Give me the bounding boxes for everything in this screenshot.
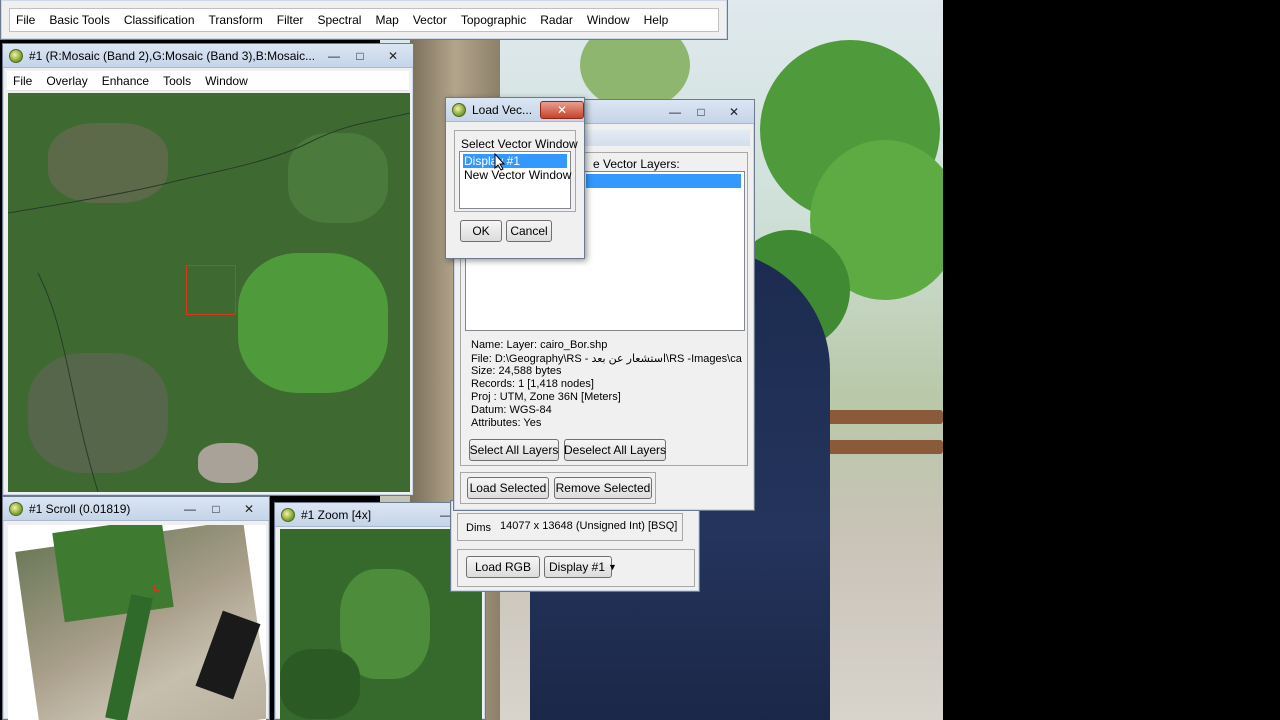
info-attributes: Attributes: Yes bbox=[471, 417, 542, 429]
image-window-menu: File Overlay Enhance Tools Window bbox=[7, 71, 409, 91]
menu-filter[interactable]: Filter bbox=[277, 13, 304, 27]
image-display-canvas[interactable] bbox=[8, 93, 410, 492]
option-display-1[interactable]: Display #1 bbox=[463, 154, 567, 168]
menu-window[interactable]: Window bbox=[587, 13, 630, 27]
info-proj: Proj : UTM, Zone 36N [Meters] bbox=[471, 391, 621, 403]
menu-map[interactable]: Map bbox=[375, 13, 398, 27]
menu-radar[interactable]: Radar bbox=[540, 13, 573, 27]
scroll-position-indicator[interactable] bbox=[154, 585, 160, 591]
load-vector-titlebar[interactable]: Load Vec... ✕ bbox=[446, 98, 584, 122]
mouse-cursor-icon bbox=[494, 153, 506, 171]
main-menu-bar: File Basic Tools Classification Transfor… bbox=[9, 8, 719, 32]
desktop: File Basic Tools Classification Transfor… bbox=[0, 0, 1280, 720]
menu-help[interactable]: Help bbox=[644, 13, 669, 27]
vector-window-group: Select Vector Window Display #1 New Vect… bbox=[454, 130, 578, 212]
info-name: Name: Layer: cairo_Bor.shp bbox=[471, 339, 608, 351]
deselect-all-layers-button[interactable]: Deselect All Layers bbox=[564, 439, 666, 461]
select-all-layers-button[interactable]: Select All Layers bbox=[469, 439, 559, 461]
cancel-button[interactable]: Cancel bbox=[506, 220, 552, 242]
maximize-icon[interactable]: □ bbox=[347, 47, 373, 65]
close-icon[interactable]: ✕ bbox=[373, 47, 413, 65]
vector-window-listbox[interactable]: Display #1 New Vector Window bbox=[459, 151, 571, 209]
display-select-dropdown[interactable]: Display #1 ▼ bbox=[544, 556, 617, 578]
load-vector-title: Load Vec... bbox=[472, 102, 533, 117]
image-menu-overlay[interactable]: Overlay bbox=[46, 74, 87, 88]
select-vector-window-label: Select Vector Window bbox=[461, 137, 578, 151]
envi-app-icon bbox=[9, 501, 23, 516]
menu-file[interactable]: File bbox=[16, 13, 35, 27]
layer-info-panel: Name: Layer: cairo_Bor.shp File: D:\Geog… bbox=[465, 335, 745, 435]
load-rgb-button[interactable]: Load RGB bbox=[466, 556, 540, 578]
envi-app-icon bbox=[452, 102, 466, 117]
image-menu-window[interactable]: Window bbox=[205, 74, 248, 88]
available-bands-window: Dims 14077 x 13648 (Unsigned Int) [BSQ] … bbox=[450, 500, 700, 592]
option-new-vector-window[interactable]: New Vector Window bbox=[463, 168, 571, 182]
close-icon[interactable]: ✕ bbox=[229, 500, 269, 518]
ok-button[interactable]: OK bbox=[460, 220, 502, 242]
main-menu-window: File Basic Tools Classification Transfor… bbox=[0, 0, 728, 40]
load-selected-button[interactable]: Load Selected bbox=[467, 477, 549, 499]
load-band-group: Load RGB Display #1 ▼ bbox=[457, 549, 695, 587]
scroll-display-canvas[interactable] bbox=[8, 525, 266, 720]
image-menu-enhance[interactable]: Enhance bbox=[102, 74, 149, 88]
scroll-window-title: #1 Scroll (0.01819) bbox=[29, 501, 131, 516]
dropdown-arrow-icon: ▼ bbox=[608, 562, 617, 572]
image-window-titlebar[interactable]: #1 (R:Mosaic (Band 2),G:Mosaic (Band 3),… bbox=[3, 44, 413, 68]
dims-box: Dims 14077 x 13648 (Unsigned Int) [BSQ] bbox=[457, 513, 683, 541]
close-icon[interactable]: ✕ bbox=[540, 100, 584, 119]
load-buttons-group: Load Selected Remove Selected bbox=[460, 472, 656, 504]
scroll-window: #1 Scroll (0.01819) — □ ✕ bbox=[2, 496, 270, 720]
info-file: File: D:\Geography\RS - استشعار عن بعد\R… bbox=[471, 353, 742, 365]
image-window-title: #1 (R:Mosaic (Band 2),G:Mosaic (Band 3),… bbox=[29, 48, 316, 63]
layer-item-selected[interactable] bbox=[586, 174, 741, 188]
scroll-window-titlebar[interactable]: #1 Scroll (0.01819) — □ ✕ bbox=[3, 497, 269, 521]
minimize-icon[interactable]: — bbox=[177, 500, 203, 518]
layers-label: e Vector Layers: bbox=[593, 157, 680, 171]
menu-classification[interactable]: Classification bbox=[124, 13, 195, 27]
maximize-icon[interactable]: □ bbox=[688, 103, 714, 121]
menu-spectral[interactable]: Spectral bbox=[317, 13, 361, 27]
close-icon[interactable]: ✕ bbox=[714, 103, 754, 121]
dims-value: 14077 x 13648 (Unsigned Int) [BSQ] bbox=[500, 520, 678, 532]
info-datum: Datum: WGS-84 bbox=[471, 404, 552, 416]
image-menu-file[interactable]: File bbox=[13, 74, 32, 88]
info-records: Records: 1 [1,418 nodes] bbox=[471, 378, 594, 390]
dims-label: Dims bbox=[466, 522, 492, 534]
menu-basic-tools[interactable]: Basic Tools bbox=[49, 13, 109, 27]
envi-app-icon bbox=[9, 48, 23, 63]
menu-vector[interactable]: Vector bbox=[413, 13, 447, 27]
image-window: #1 (R:Mosaic (Band 2),G:Mosaic (Band 3),… bbox=[2, 43, 414, 496]
info-size: Size: 24,588 bytes bbox=[471, 365, 562, 377]
minimize-icon[interactable]: — bbox=[321, 47, 347, 65]
menu-topographic[interactable]: Topographic bbox=[461, 13, 526, 27]
load-vector-dialog: Load Vec... ✕ Select Vector Window Displ… bbox=[445, 97, 585, 259]
remove-selected-button[interactable]: Remove Selected bbox=[554, 477, 652, 499]
image-menu-tools[interactable]: Tools bbox=[163, 74, 191, 88]
display-select-value: Display #1 bbox=[549, 560, 606, 574]
zoom-box-indicator[interactable] bbox=[186, 265, 236, 315]
zoom-window-title: #1 Zoom [4x] bbox=[301, 507, 372, 522]
maximize-icon[interactable]: □ bbox=[203, 500, 229, 518]
envi-app-icon bbox=[281, 507, 295, 522]
minimize-icon[interactable]: — bbox=[662, 103, 688, 121]
menu-transform[interactable]: Transform bbox=[209, 13, 263, 27]
